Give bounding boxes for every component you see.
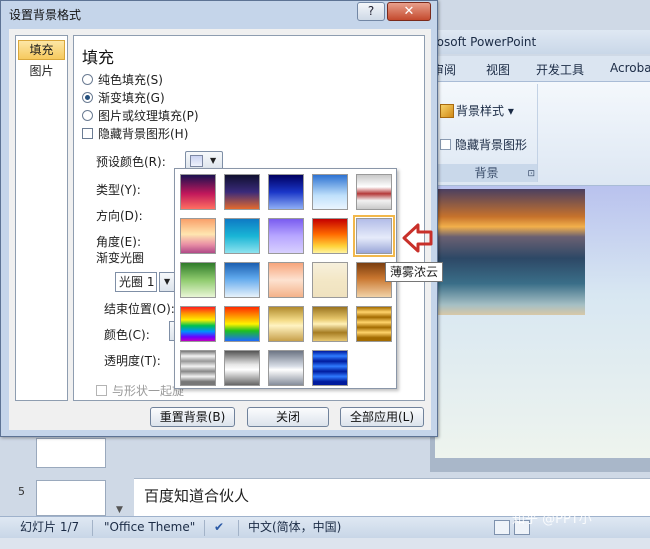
gradient-preset-swatch[interactable]	[356, 306, 392, 342]
direction-label: 方向(D):	[96, 209, 143, 223]
close-button[interactable]: 关闭	[247, 407, 329, 427]
radio-icon	[82, 110, 93, 121]
gradient-preset-swatch[interactable]	[312, 350, 348, 386]
gradient-stop-select[interactable]: 光圈 1	[115, 272, 157, 292]
red-arrow-icon	[402, 223, 433, 253]
gradient-preset-swatch[interactable]	[224, 174, 260, 210]
gradient-preset-swatch[interactable]	[312, 262, 348, 298]
reset-background-button[interactable]: 重置背景(B)	[150, 407, 235, 427]
gradient-preset-swatch[interactable]	[224, 218, 260, 254]
slide-number: 5	[18, 485, 25, 498]
color-label: 颜色(C):	[104, 328, 150, 342]
gradient-preset-swatch[interactable]	[180, 174, 216, 210]
transparency-label: 透明度(T):	[104, 354, 161, 368]
chevron-down-icon: ▼	[164, 277, 171, 286]
gradient-preset-swatch[interactable]	[224, 262, 260, 298]
picture-fill-radio[interactable]: 图片或纹理填充(P)	[82, 107, 199, 124]
tab-developer[interactable]: 开发工具	[536, 61, 584, 78]
hide-background-graphics-checkbox[interactable]: 隐藏背景图形	[440, 136, 527, 153]
gradient-preset-swatch[interactable]	[268, 306, 304, 342]
category-nav: 填充 图片	[15, 35, 68, 401]
slide-editing-area	[430, 186, 650, 472]
gradient-preset-swatch[interactable]	[180, 306, 216, 342]
ribbon: 背景样式 ▾ 隐藏背景图形 背景 ⊡	[430, 82, 650, 186]
gradient-preset-swatch[interactable]	[353, 215, 395, 257]
status-separator	[92, 520, 93, 536]
spellcheck-icon[interactable]: ✔	[214, 517, 224, 538]
powerpoint-title: rosoft PowerPoint	[430, 30, 650, 54]
rotate-with-shape-checkbox[interactable]: 与形状一起旋	[96, 382, 184, 399]
hide-background-graphics-label: 隐藏背景图形	[455, 138, 528, 152]
angle-label: 角度(E):	[96, 235, 141, 249]
sunset-beach-image[interactable]	[438, 189, 585, 315]
status-separator	[204, 520, 205, 536]
slide-canvas[interactable]	[435, 186, 650, 458]
apply-to-all-button[interactable]: 全部应用(L)	[340, 407, 424, 427]
background-group: 背景样式 ▾ 隐藏背景图形 背景 ⊡	[436, 84, 538, 182]
scroll-down-arrow-icon[interactable]: ▼	[116, 505, 123, 515]
radio-icon	[82, 74, 93, 85]
gradient-stops-label: 渐变光圈	[96, 251, 145, 265]
gradient-preset-swatch[interactable]	[312, 174, 348, 210]
slide-thumbnail[interactable]	[36, 480, 106, 516]
dialog-title: 设置背景格式	[9, 8, 82, 22]
theme-name: "Office Theme"	[104, 520, 196, 534]
language-indicator[interactable]: 中文(简体，中国)	[248, 517, 341, 538]
gradient-preset-swatch[interactable]	[356, 174, 392, 210]
gradient-preset-swatch[interactable]	[180, 218, 216, 254]
chevron-down-icon: ▼	[210, 156, 217, 165]
background-styles-label: 背景样式 ▾	[456, 104, 514, 118]
hide-graphics-label: 隐藏背景图形(H)	[98, 127, 189, 141]
picture-fill-label: 图片或纹理填充(P)	[98, 109, 199, 123]
bottom-edge	[0, 538, 650, 549]
gradient-preset-swatch[interactable]	[224, 306, 260, 342]
checkbox-icon	[82, 128, 93, 139]
solid-fill-label: 纯色填充(S)	[98, 73, 163, 87]
gradient-preset-swatch[interactable]	[268, 174, 304, 210]
slides-panel: 5	[0, 438, 132, 518]
section-heading: 填充	[82, 48, 115, 67]
status-separator	[238, 520, 239, 536]
gradient-preset-swatch[interactable]	[268, 350, 304, 386]
checkbox-icon	[440, 139, 451, 150]
preset-colors-label: 预设颜色(R):	[96, 155, 166, 169]
nav-item-picture[interactable]: 图片	[18, 62, 65, 82]
solid-fill-radio[interactable]: 纯色填充(S)	[82, 71, 163, 88]
watermark: 知乎 @PPT小	[512, 512, 592, 527]
preset-gradient-gallery	[174, 168, 397, 389]
type-label: 类型(Y):	[96, 183, 141, 197]
hide-graphics-checkbox[interactable]: 隐藏背景图形(H)	[82, 125, 188, 142]
gradient-preset-swatch[interactable]	[268, 262, 304, 298]
dialog-launcher-icon[interactable]: ⊡	[527, 169, 535, 179]
radio-selected-icon	[82, 92, 93, 103]
slide-counter: 幻灯片 1/7	[20, 520, 80, 534]
gradient-preset-swatch[interactable]	[224, 350, 260, 386]
gradient-preset-swatch[interactable]	[312, 218, 348, 254]
gradient-fill-radio[interactable]: 渐变填充(G)	[82, 89, 165, 106]
checkbox-icon	[96, 385, 107, 396]
gradient-preset-swatch[interactable]	[268, 218, 304, 254]
group-label: 背景	[436, 164, 537, 182]
normal-view-icon[interactable]	[494, 520, 510, 535]
nav-item-fill[interactable]: 填充	[18, 40, 65, 60]
background-styles-icon	[440, 104, 454, 118]
preset-swatch	[190, 155, 203, 167]
tab-view[interactable]: 视图	[486, 61, 510, 78]
background-styles-button[interactable]: 背景样式 ▾	[440, 102, 514, 119]
gradient-preset-swatch[interactable]	[180, 350, 216, 386]
help-button[interactable]: ?	[357, 2, 385, 21]
end-position-label: 结束位置(O):	[104, 302, 175, 316]
gradient-fill-label: 渐变填充(G)	[98, 91, 165, 105]
ribbon-tabs: 审阅 视图 开发工具 Acroba	[430, 56, 650, 82]
tab-acrobat[interactable]: Acroba	[610, 61, 650, 75]
preset-tooltip: 薄雾浓云	[385, 262, 444, 282]
slide-thumbnail[interactable]	[36, 438, 106, 468]
close-icon[interactable]: ✕	[387, 2, 431, 21]
gradient-preset-swatch[interactable]	[180, 262, 216, 298]
gradient-preset-swatch[interactable]	[312, 306, 348, 342]
